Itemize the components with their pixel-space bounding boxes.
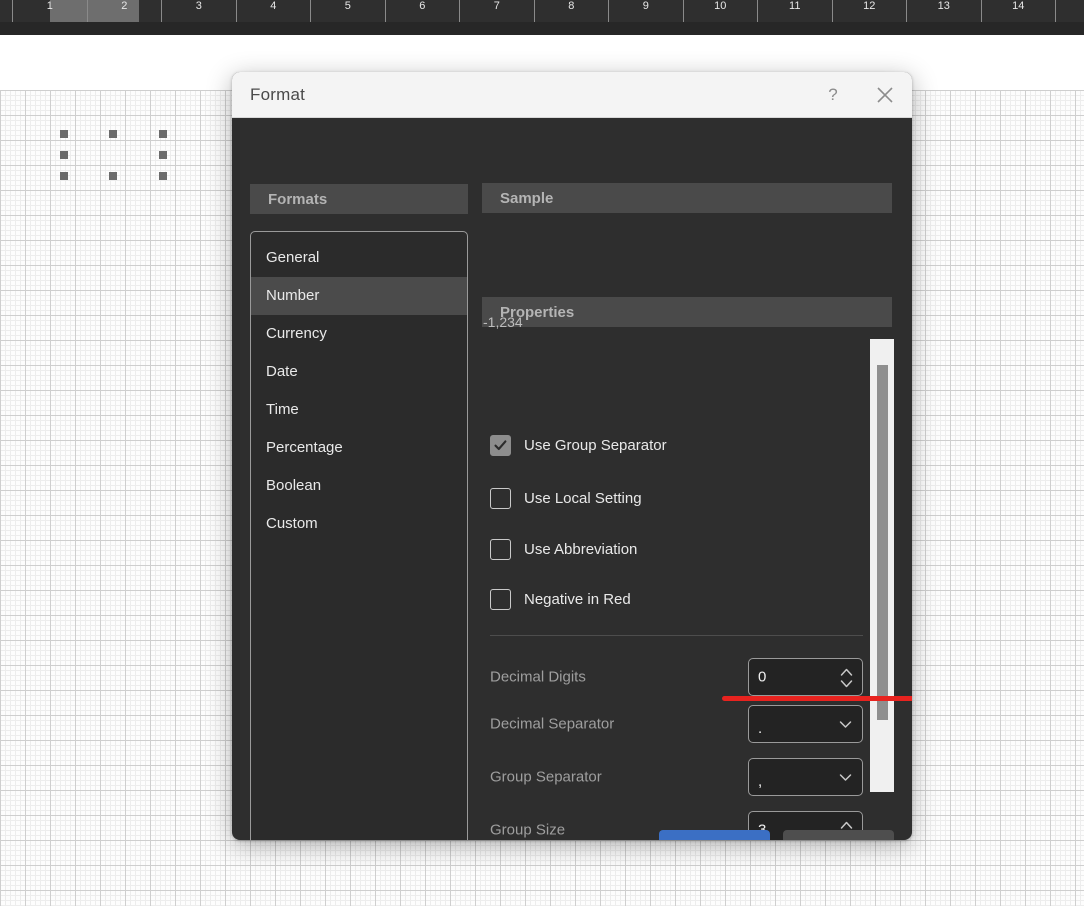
format-list-item[interactable]: Date	[251, 353, 467, 391]
ruler-tick: 2	[86, 0, 162, 22]
close-icon[interactable]	[872, 82, 898, 108]
field-row: Decimal Separator.	[490, 705, 863, 743]
field-label: Decimal Digits	[490, 668, 586, 686]
format-item-label: Boolean	[266, 477, 322, 494]
ruler-tick: 5	[310, 0, 385, 22]
ok-button[interactable]: OK	[659, 830, 770, 840]
cancel-button[interactable]: Cancel	[783, 830, 894, 840]
sample-header-label: Sample	[500, 189, 554, 207]
ruler-tick: 15	[1055, 0, 1084, 22]
annotation-line	[722, 696, 912, 701]
section-divider	[490, 635, 863, 636]
format-item-label: Time	[266, 401, 299, 418]
resize-handle[interactable]	[60, 130, 68, 138]
format-item-label: General	[266, 249, 320, 266]
format-list-item[interactable]: Percentage	[251, 429, 467, 467]
spinner-input[interactable]: 0	[748, 658, 863, 696]
ruler-tick: 10	[682, 0, 758, 22]
ruler-tick: 6	[384, 0, 460, 22]
dialog-title: Format	[250, 84, 306, 104]
formats-header-label: Formats	[268, 190, 328, 208]
ruler-tick: 4	[235, 0, 311, 22]
formats-section-header: Formats	[250, 184, 468, 214]
horizontal-ruler[interactable]: 1234567891011121314151617	[0, 0, 1084, 22]
field-value: ,	[758, 773, 763, 790]
field-label: Decimal Separator	[490, 715, 615, 733]
scrollbar-thumb[interactable]	[877, 365, 888, 720]
format-list-item[interactable]: Currency	[251, 315, 467, 353]
ruler-tick: 9	[608, 0, 683, 22]
checkbox-row[interactable]: Negative in Red	[490, 589, 631, 610]
ruler-tick: 7	[459, 0, 534, 22]
format-item-label: Percentage	[266, 439, 343, 456]
format-list-item[interactable]: Custom	[251, 505, 467, 543]
properties-scrollbar[interactable]	[870, 339, 894, 792]
titlebar-buttons: ?	[820, 72, 898, 118]
checkbox-unchecked-icon[interactable]	[490, 589, 511, 610]
app-root: 1234567891011121314151617 Format ? Forma…	[0, 0, 1084, 906]
checkbox-label: Use Abbreviation	[524, 541, 638, 558]
checkbox-checked-icon[interactable]	[490, 435, 511, 456]
question-mark-icon[interactable]: ?	[820, 82, 846, 108]
formats-list[interactable]: General Number Currency Date Time Percentage B…	[250, 231, 468, 840]
ruler-tick: 13	[906, 0, 981, 22]
dropdown-select[interactable]: ,	[748, 758, 863, 796]
sample-value: -1,234	[483, 314, 523, 330]
format-list-item[interactable]: Boolean	[251, 467, 467, 505]
resize-handle[interactable]	[109, 172, 117, 180]
chevron-down-icon[interactable]	[838, 772, 853, 782]
format-list-item[interactable]: Number	[251, 277, 467, 315]
resize-handle[interactable]	[159, 172, 167, 180]
resize-handle[interactable]	[159, 130, 167, 138]
ruler-tick: 14	[980, 0, 1056, 22]
ruler-tick: 12	[831, 0, 907, 22]
ruler-tick: 8	[533, 0, 609, 22]
ruler-tick: 11	[757, 0, 832, 22]
dialog-titlebar[interactable]: Format ?	[232, 72, 912, 118]
field-row: Decimal Digits 0	[490, 658, 863, 696]
properties-section-header: Properties	[482, 297, 892, 327]
format-dialog: Format ? Formats Sample Properties -1,23…	[232, 72, 912, 840]
checkbox-row[interactable]: Use Group Separator	[490, 435, 667, 456]
format-list-item[interactable]: Time	[251, 391, 467, 429]
field-label: Group Size	[490, 821, 566, 839]
resize-handle[interactable]	[109, 130, 117, 138]
ruler-tick: 3	[161, 0, 236, 22]
toolbar-strip	[0, 22, 1084, 35]
format-item-label: Currency	[266, 325, 327, 342]
field-value: 0	[758, 668, 767, 686]
spinner-arrows-icon[interactable]	[838, 659, 854, 697]
checkbox-unchecked-icon[interactable]	[490, 488, 511, 509]
resize-handle[interactable]	[60, 172, 68, 180]
checkbox-unchecked-icon[interactable]	[490, 539, 511, 560]
sample-section-header: Sample	[482, 183, 892, 213]
chevron-down-icon[interactable]	[838, 719, 853, 729]
checkbox-row[interactable]: Use Local Setting	[490, 488, 642, 509]
properties-panel: Use Group Separator Use Local Setting Use …	[482, 339, 894, 840]
checkbox-label: Use Local Setting	[524, 490, 642, 507]
field-label: Group Separator	[490, 768, 602, 786]
format-item-label: Custom	[266, 515, 318, 532]
format-item-label: Date	[266, 363, 298, 380]
checkbox-row[interactable]: Use Abbreviation	[490, 539, 637, 560]
ruler-ticks: 1234567891011121314151617	[0, 0, 1084, 22]
checkbox-label: Negative in Red	[524, 591, 631, 608]
checkbox-label: Use Group Separator	[524, 437, 667, 454]
resize-handle[interactable]	[60, 151, 68, 159]
format-list-item[interactable]: General	[251, 239, 467, 277]
field-value: .	[758, 720, 763, 737]
field-row: Group Separator,	[490, 758, 863, 796]
dropdown-select[interactable]: .	[748, 705, 863, 743]
dialog-body: Formats Sample Properties -1,234 General…	[232, 118, 912, 840]
resize-handle[interactable]	[159, 151, 167, 159]
ruler-tick: 1	[12, 0, 87, 22]
svg-text:?: ?	[828, 86, 837, 104]
format-item-label: Number	[266, 287, 320, 304]
